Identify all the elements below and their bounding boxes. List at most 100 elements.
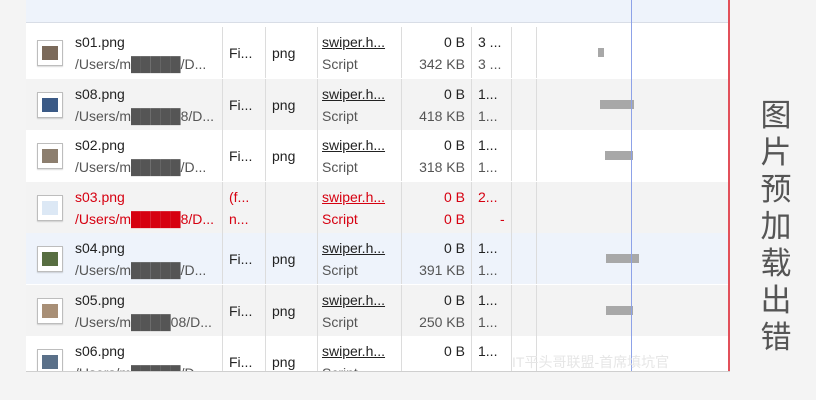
side-label-char: 错	[760, 320, 792, 356]
status-text: (f...	[229, 189, 250, 205]
file-name: s02.png	[75, 137, 125, 153]
type-text: png	[272, 97, 296, 113]
status-text-2: n...	[229, 211, 249, 227]
file-path: /Users/m█████/D...	[75, 262, 207, 278]
type-cell: png	[266, 233, 318, 284]
request-row[interactable]: s03.png /Users/m█████8/D... (f... n... s…	[26, 182, 730, 233]
type-cell: png	[266, 130, 318, 181]
time-total: 1...	[478, 86, 498, 102]
initiator-cell: swiper.h... Script	[318, 336, 402, 371]
image-thumbnail-icon	[37, 143, 63, 169]
name-cell[interactable]: s05.png /Users/m████08/D...	[26, 285, 223, 336]
initiator-link[interactable]: swiper.h...	[322, 187, 385, 207]
request-row[interactable]: s02.png /Users/m█████/D... Fi... png swi…	[26, 130, 730, 181]
image-thumbnail-icon	[37, 40, 63, 66]
waterfall-bar	[605, 151, 633, 160]
file-name: s06.png	[75, 343, 125, 359]
side-label-char: 出	[760, 283, 792, 319]
waterfall-bar	[600, 100, 634, 109]
file-path: /Users/m█████8/D...	[75, 108, 215, 124]
request-row[interactable]: s04.png /Users/m█████/D... Fi... png swi…	[26, 233, 730, 284]
name-cell[interactable]: s02.png /Users/m█████/D...	[26, 130, 223, 181]
name-cell[interactable]: s01.png /Users/m█████/D...	[26, 27, 223, 78]
time-latency: 3 ...	[478, 56, 502, 72]
size-resource: 318 KB	[419, 159, 465, 175]
spacer-cell	[512, 285, 537, 336]
size-transferred: 0 B	[443, 189, 465, 205]
file-path: /Users/m█████/D...	[75, 363, 206, 371]
size-resource: 342 KB	[419, 56, 465, 72]
time-cell: 3 ... 3 ...	[472, 27, 512, 78]
status-cell: Fi...	[223, 27, 266, 78]
image-thumbnail-icon	[37, 349, 63, 371]
time-total: 1...	[478, 343, 498, 359]
file-path: /Users/m█████/D...	[75, 159, 207, 175]
file-name: s03.png	[75, 189, 125, 205]
initiator-link[interactable]: swiper.h...	[322, 238, 385, 258]
status-cell: Fi...	[223, 79, 266, 130]
size-cell: 0 B 418 KB	[402, 79, 472, 130]
size-cell: 0 B 318 KB	[402, 130, 472, 181]
time-latency: 1...	[478, 159, 498, 175]
time-latency: 1...	[478, 314, 498, 330]
initiator-cell: swiper.h... Script	[318, 130, 402, 181]
time-cell: 1...	[472, 336, 512, 371]
time-total: 2...	[478, 189, 498, 205]
load-event-line	[728, 0, 730, 371]
initiator-cell: swiper.h... Script	[318, 182, 402, 233]
size-resource: 0 B	[443, 211, 465, 227]
type-text: png	[272, 148, 296, 164]
type-cell	[266, 182, 318, 233]
side-label-char: 预	[760, 172, 792, 208]
time-cell: 1... 1...	[472, 130, 512, 181]
image-thumbnail-icon	[37, 298, 63, 324]
time-total: 1...	[478, 137, 498, 153]
initiator-link[interactable]: swiper.h...	[322, 32, 385, 52]
time-total: 1...	[478, 240, 498, 256]
initiator-type: Script	[322, 314, 358, 330]
name-cell[interactable]: s04.png /Users/m█████/D...	[26, 233, 223, 284]
broken-image-icon	[37, 195, 63, 221]
file-name: s01.png	[75, 34, 125, 50]
size-cell: 0 B 250 KB	[402, 285, 472, 336]
size-transferred: 0 B	[443, 240, 465, 256]
file-name: s05.png	[75, 292, 125, 308]
initiator-type: Script	[322, 363, 358, 371]
type-text: png	[272, 251, 296, 267]
initiator-link[interactable]: swiper.h...	[322, 84, 385, 104]
initiator-type: Script	[322, 108, 358, 124]
name-cell[interactable]: s08.png /Users/m█████8/D...	[26, 79, 223, 130]
status-cell: Fi...	[223, 233, 266, 284]
name-cell[interactable]: s06.png /Users/m█████/D...	[26, 336, 223, 371]
type-cell: png	[266, 336, 318, 371]
size-resource: 391 KB	[419, 262, 465, 278]
time-cell: 1... 1...	[472, 285, 512, 336]
initiator-type: Script	[322, 262, 358, 278]
panel-top-edge	[26, 0, 730, 23]
side-label-char: 图	[760, 98, 792, 134]
initiator-link[interactable]: swiper.h...	[322, 341, 385, 361]
size-transferred: 0 B	[443, 137, 465, 153]
time-cell: 1... 1...	[472, 79, 512, 130]
initiator-cell: swiper.h... Script	[318, 233, 402, 284]
waterfall-bar	[606, 254, 639, 263]
initiator-link[interactable]: swiper.h...	[322, 135, 385, 155]
spacer-cell	[512, 79, 537, 130]
initiator-link[interactable]: swiper.h...	[322, 290, 385, 310]
status-cell: Fi...	[223, 336, 266, 371]
request-row[interactable]: s01.png /Users/m█████/D... Fi... png swi…	[26, 27, 730, 78]
watermark-text: IT平头哥联盟-首席填坑官	[512, 354, 670, 370]
timeline-marker-line	[631, 0, 632, 371]
request-row[interactable]: s08.png /Users/m█████8/D... Fi... png sw…	[26, 79, 730, 130]
type-cell: png	[266, 79, 318, 130]
request-row[interactable]: s05.png /Users/m████08/D... Fi... png sw…	[26, 285, 730, 336]
file-path: /Users/m█████/D...	[75, 56, 207, 72]
name-cell[interactable]: s03.png /Users/m█████8/D...	[26, 182, 223, 233]
status-text: Fi...	[229, 303, 253, 319]
type-cell: png	[266, 27, 318, 78]
waterfall-bar	[606, 306, 633, 315]
file-path: /Users/m█████8/D...	[75, 211, 215, 227]
image-thumbnail-icon	[37, 246, 63, 272]
time-total: 1...	[478, 292, 498, 308]
spacer-cell	[512, 233, 537, 284]
